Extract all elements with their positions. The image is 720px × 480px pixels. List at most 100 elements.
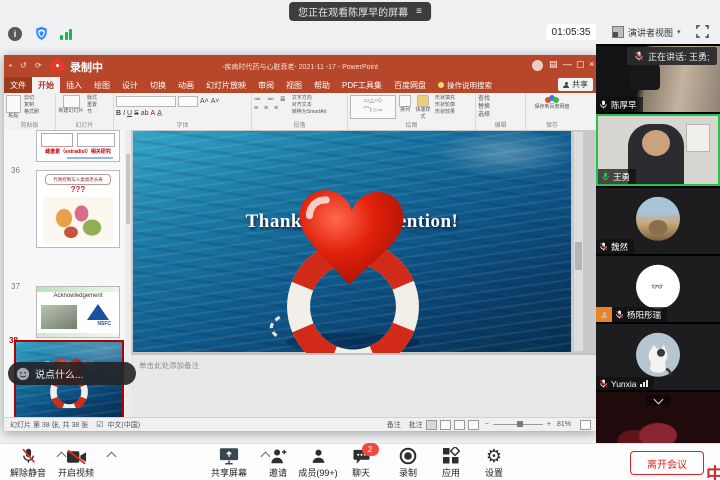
fit-slide-button[interactable] xyxy=(580,420,591,430)
share-button[interactable]: 共享 xyxy=(558,78,593,91)
view-mode-button[interactable]: 演讲者视图 ▾ xyxy=(612,24,681,40)
grow-font-icon[interactable]: A˄ xyxy=(200,98,209,105)
ribbon-group-save: 保存到百度网盘 保存 xyxy=(526,93,578,130)
tab-view[interactable]: 视图 xyxy=(280,77,308,93)
italic-button[interactable]: I xyxy=(123,110,125,117)
video-tile-yunxia[interactable]: Yunxia xyxy=(596,324,720,390)
ribbon-group-font: A˄ A˅ B I U S ab A A̲ 字体 xyxy=(114,93,252,130)
tab-transitions[interactable]: 切换 xyxy=(144,77,172,93)
select-button[interactable]: 选择 xyxy=(478,111,523,119)
meeting-info-icon[interactable]: i xyxy=(8,27,22,41)
collapse-strip-button[interactable] xyxy=(646,395,670,406)
ribbon-group-slides: 新建幻灯片 版式 重置 节 幻灯片 xyxy=(56,93,114,130)
tab-insert[interactable]: 插入 xyxy=(60,77,88,93)
font-name-box[interactable] xyxy=(116,96,176,107)
thumbnail-slide-36[interactable]: 代谢控制与人类衰老长寿 ??? xyxy=(36,170,120,248)
chevron-down-icon: ▾ xyxy=(677,28,681,36)
tab-review[interactable]: 审阅 xyxy=(252,77,280,93)
nonverbal-badge xyxy=(596,307,612,322)
list-buttons[interactable]: ≔ ≕ ≣ xyxy=(254,95,288,104)
character-spacing-icon[interactable]: ab xyxy=(141,110,149,117)
zoom-meeting-window: 您正在观看陈厚早的屏幕 ≡ i 01:05:35 演讲者视图 ▾ ▪ ↺ ⟳ 录… xyxy=(0,0,720,480)
watching-banner-text: 您正在观看陈厚早的屏幕 xyxy=(298,4,408,19)
settings-button[interactable]: ⚙ 设置 xyxy=(466,447,522,479)
paste-icon[interactable] xyxy=(6,95,21,113)
banner-menu-icon[interactable]: ≡ xyxy=(416,6,422,17)
video-tile-yangyang[interactable]: 👓 杨阳彤瑞 xyxy=(596,256,720,322)
notes-pane[interactable]: 单击此处添加备注 xyxy=(131,353,596,417)
strikethrough-button[interactable]: S xyxy=(134,110,139,117)
minimize-button[interactable]: — xyxy=(563,59,572,69)
leave-meeting-button[interactable]: 离开会议 xyxy=(630,451,704,475)
comments-toggle[interactable]: 批注 xyxy=(409,420,423,430)
account-avatar[interactable] xyxy=(532,60,543,71)
arrange-icon[interactable] xyxy=(399,95,411,107)
video-tile-partial[interactable] xyxy=(596,392,720,443)
shapes-gallery[interactable]: ▭△○◇⌒⌇☆⇨ xyxy=(350,95,396,119)
replace-button[interactable]: 替换 xyxy=(478,103,523,111)
share-screen-button[interactable]: 共享屏幕 xyxy=(200,447,258,479)
zoom-level[interactable]: 81% xyxy=(557,421,571,428)
mic-muted-icon xyxy=(599,242,608,251)
zoom-out-button[interactable]: − xyxy=(485,421,489,428)
document-title: -疾病时代药与心脏衰老- 2021-11 -17 - PowerPoint xyxy=(4,62,596,72)
quick-styles-icon[interactable] xyxy=(417,95,429,107)
start-video-button[interactable]: 开启视频 xyxy=(48,447,104,479)
tab-home[interactable]: 开始 xyxy=(32,77,60,93)
video-tile-weiran[interactable]: 魏然 xyxy=(596,188,720,254)
participant-name-chip: 陈厚早 xyxy=(596,97,643,112)
slide-scrollbar[interactable] xyxy=(573,131,584,352)
align-buttons[interactable]: ≡ ≡ ≡ xyxy=(254,104,288,113)
mic-muted-icon xyxy=(634,51,644,61)
slide-sorter-button[interactable] xyxy=(440,420,451,430)
participant-name-chip: 魏然 xyxy=(596,239,634,254)
tell-me-search[interactable]: 操作说明搜索 xyxy=(432,77,498,93)
tab-slideshow[interactable]: 幻灯片放映 xyxy=(200,77,252,93)
save-to-netdisk-button[interactable]: 保存到百度网盘 xyxy=(534,104,570,111)
tab-animations[interactable]: 动画 xyxy=(172,77,200,93)
tab-pdf-tools[interactable]: PDF工具集 xyxy=(336,77,388,93)
slide-canvas[interactable]: Thank you for attention! xyxy=(133,131,571,352)
slide36-illustration xyxy=(43,197,113,244)
encryption-shield-icon[interactable] xyxy=(34,26,49,46)
tab-file[interactable]: 文件 xyxy=(4,77,32,93)
notes-toggle[interactable]: 备注 xyxy=(387,420,401,430)
participant-sidebar: 陈厚早 王勇 魏然 👓 杨阳彤瑞 xyxy=(596,44,720,443)
shrink-font-icon[interactable]: A˅ xyxy=(211,98,220,105)
video-options-chevron[interactable] xyxy=(107,452,117,462)
ribbon-group-paragraph: ≔ ≕ ≣ ≡ ≡ ≡ 文字方向 对齐文本 转换为SmartArt 段落 xyxy=(252,93,348,130)
avatar-cat xyxy=(636,333,680,377)
ribbon-options-icon[interactable]: ▤ xyxy=(549,59,558,70)
zoom-slider[interactable] xyxy=(493,424,543,425)
video-tile-wangyong[interactable]: 王勇 xyxy=(596,114,720,186)
font-color-button[interactable]: A xyxy=(151,110,156,117)
scrollbar-thumb[interactable] xyxy=(575,242,582,270)
avatar-initials: 👓 xyxy=(636,265,680,309)
say-something-bubble[interactable]: 说点什么... xyxy=(8,362,136,385)
font-size-box[interactable] xyxy=(178,96,198,107)
notes-placeholder: 单击此处添加备注 xyxy=(139,360,199,371)
new-slide-icon[interactable] xyxy=(63,95,80,108)
close-button[interactable]: × xyxy=(589,59,594,69)
language-indicator[interactable]: 中文(中国) xyxy=(107,420,140,430)
zoom-in-button[interactable]: + xyxy=(547,421,551,428)
restore-button[interactable]: ▢ xyxy=(576,59,585,70)
find-button[interactable]: 查找 xyxy=(478,95,523,103)
underline-button[interactable]: U xyxy=(127,110,132,117)
tab-baidu-netdisk[interactable]: 百度网盘 xyxy=(388,77,432,93)
gear-icon: ⚙ xyxy=(486,447,502,465)
slideshow-button[interactable] xyxy=(468,420,479,430)
tab-draw[interactable]: 绘图 xyxy=(88,77,116,93)
ime-indicator: 中 xyxy=(706,461,720,480)
reading-view-button[interactable] xyxy=(454,420,465,430)
mic-active-icon xyxy=(601,172,610,181)
fullscreen-button[interactable] xyxy=(696,25,709,43)
thumbnail-slide-37[interactable]: Acknowledgement NSFC xyxy=(36,286,120,338)
spellcheck-icon[interactable]: ☑ xyxy=(96,420,103,429)
bold-button[interactable]: B xyxy=(116,110,121,117)
clear-format-icon[interactable]: A̲ xyxy=(157,110,162,117)
thumbnail-slide-35[interactable]: 雌激素（estradiol）相关研究 xyxy=(36,130,120,162)
tab-help[interactable]: 帮助 xyxy=(308,77,336,93)
tab-design[interactable]: 设计 xyxy=(116,77,144,93)
normal-view-button[interactable] xyxy=(426,420,437,430)
